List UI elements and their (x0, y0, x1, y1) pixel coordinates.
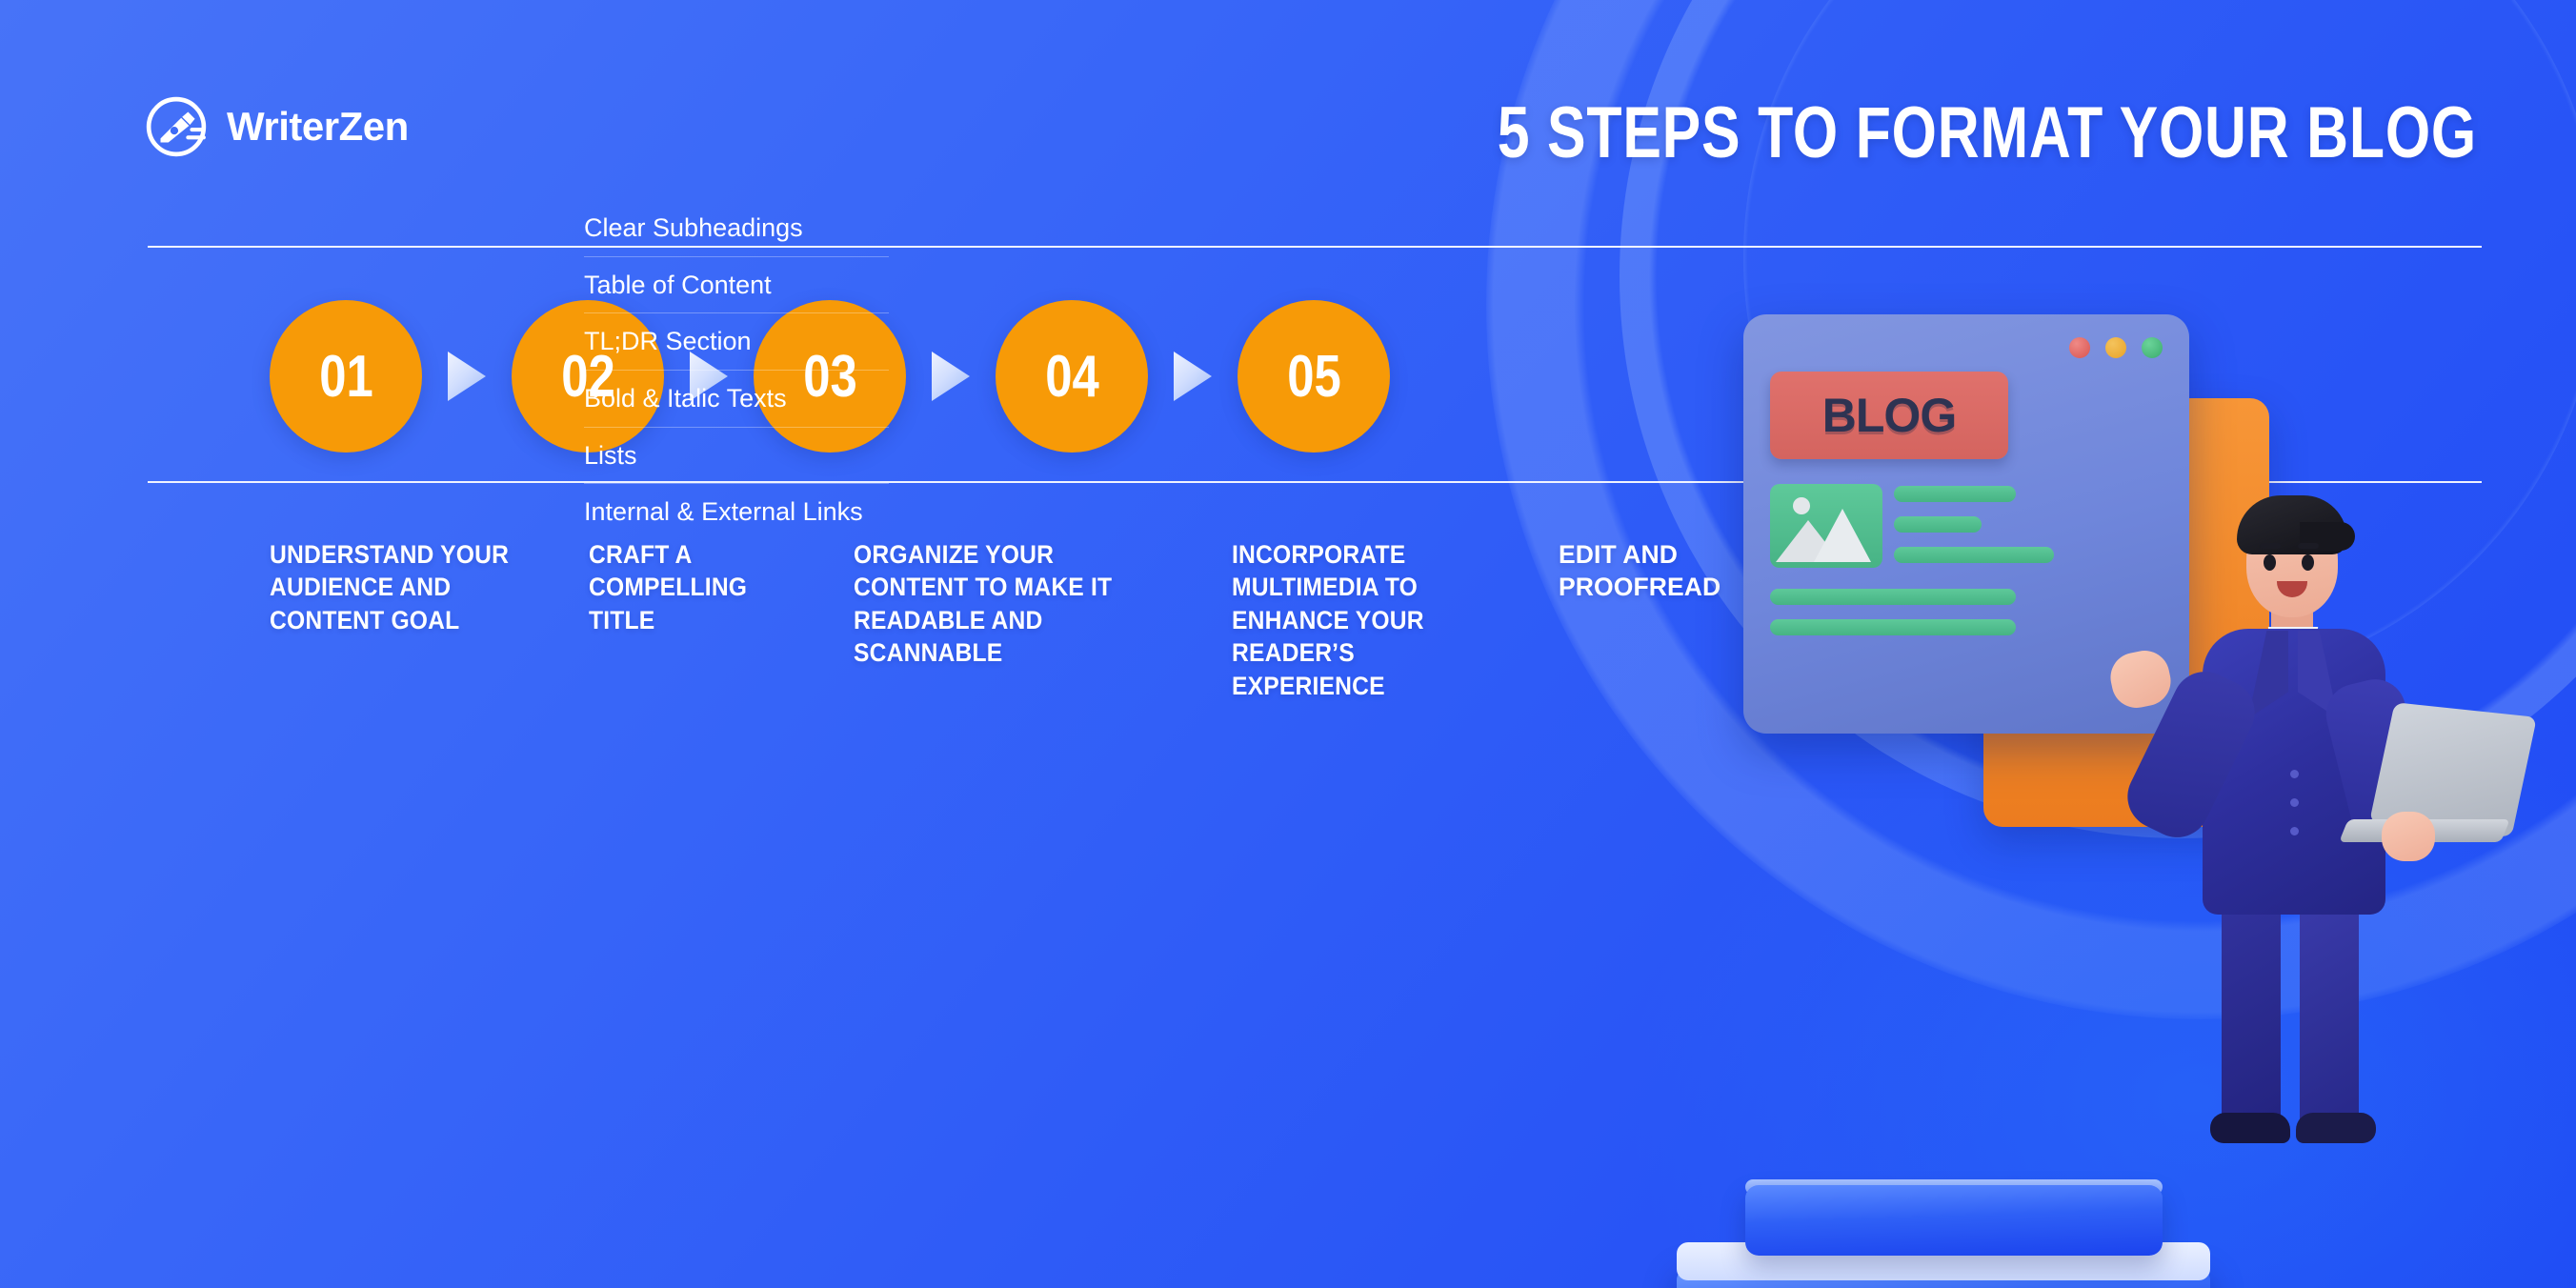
blog-banner: BLOG (1770, 372, 2008, 459)
character-shoe-left (2210, 1113, 2290, 1143)
content-bar (1770, 589, 2016, 605)
sublist-item[interactable]: Clear Subheadings (584, 200, 889, 257)
step-column-01: UNDERSTAND YOUR AUDIENCE AND CONTENT GOA… (270, 538, 555, 636)
pen-nib-circle-icon (146, 96, 207, 157)
window-dot-green-icon (2142, 337, 2163, 358)
step-heading-02: CRAFT A COMPELLING TITLE (589, 540, 748, 634)
hero-illustration: BLOG (1648, 314, 2576, 1288)
content-bar (1894, 516, 1982, 533)
character-eyebrow-right (2298, 543, 2319, 549)
step-column-04: INCORPORATE MULTIMEDIA TO ENHANCE YOUR R… (1232, 538, 1460, 702)
image-sun-icon (1793, 497, 1810, 514)
window-dot-yellow-icon (2105, 337, 2126, 358)
sublist-item[interactable]: Lists (584, 428, 889, 485)
sublist-item[interactable]: Bold & Italic Texts (584, 371, 889, 428)
image-placeholder-icon (1770, 484, 1882, 568)
arrow-icon-3 (932, 352, 970, 401)
character-button (2290, 770, 2299, 778)
step-heading-01: UNDERSTAND YOUR AUDIENCE AND CONTENT GOA… (270, 540, 510, 634)
character-leg-left (2222, 894, 2281, 1132)
arrow-icon-4 (1174, 352, 1212, 401)
character-shoe-right (2296, 1113, 2376, 1143)
step-circle-04[interactable]: 04 (996, 300, 1148, 453)
character-hand-right (2382, 812, 2435, 861)
window-traffic-lights (2069, 337, 2163, 358)
character-leg-right (2300, 894, 2359, 1132)
image-mountain-icon (1814, 509, 1871, 562)
platform-slab-middle (1745, 1185, 2163, 1256)
character-button (2290, 827, 2299, 835)
step-number-01: 01 (318, 343, 373, 410)
page-title: 5 STEPS TO FORMAT YOUR BLOG (1497, 92, 2477, 173)
sublist-item[interactable]: Table of Content (584, 257, 889, 314)
content-bar (1770, 619, 2016, 635)
step-number-05: 05 (1286, 343, 1341, 410)
sublist-item[interactable]: Internal & External Links (584, 484, 889, 540)
sublist-item[interactable]: TL;DR Section (584, 313, 889, 372)
character-eye-right (2302, 554, 2314, 571)
arrow-icon-1 (448, 352, 486, 401)
blog-banner-label: BLOG (1821, 389, 1957, 442)
character-businessman (2105, 484, 2537, 1151)
step-number-04: 04 (1044, 343, 1099, 410)
character-eyebrow-left (2260, 543, 2281, 549)
step-column-02: CRAFT A COMPELLING TITLE (589, 538, 794, 636)
step-heading-03: ORGANIZE YOUR CONTENT TO MAKE IT READABL… (854, 540, 1113, 668)
content-bar (1894, 547, 2054, 563)
step-circle-05[interactable]: 05 (1238, 300, 1390, 453)
character-button (2290, 798, 2299, 807)
divider-top (148, 246, 2482, 248)
brand-name: WriterZen (227, 104, 409, 149)
brand-logo: WriterZen (145, 95, 409, 158)
window-dot-red-icon (2069, 337, 2090, 358)
step-column-03: ORGANIZE YOUR CONTENT TO MAKE IT READABL… (854, 538, 1168, 670)
content-bar (1894, 486, 2016, 502)
step-circle-01[interactable]: 01 (270, 300, 422, 453)
step-heading-04: INCORPORATE MULTIMEDIA TO ENHANCE YOUR R… (1232, 540, 1424, 700)
step3-sublist: Clear Subheadings Table of Content TL;DR… (584, 200, 889, 540)
character-eye-left (2264, 554, 2276, 571)
